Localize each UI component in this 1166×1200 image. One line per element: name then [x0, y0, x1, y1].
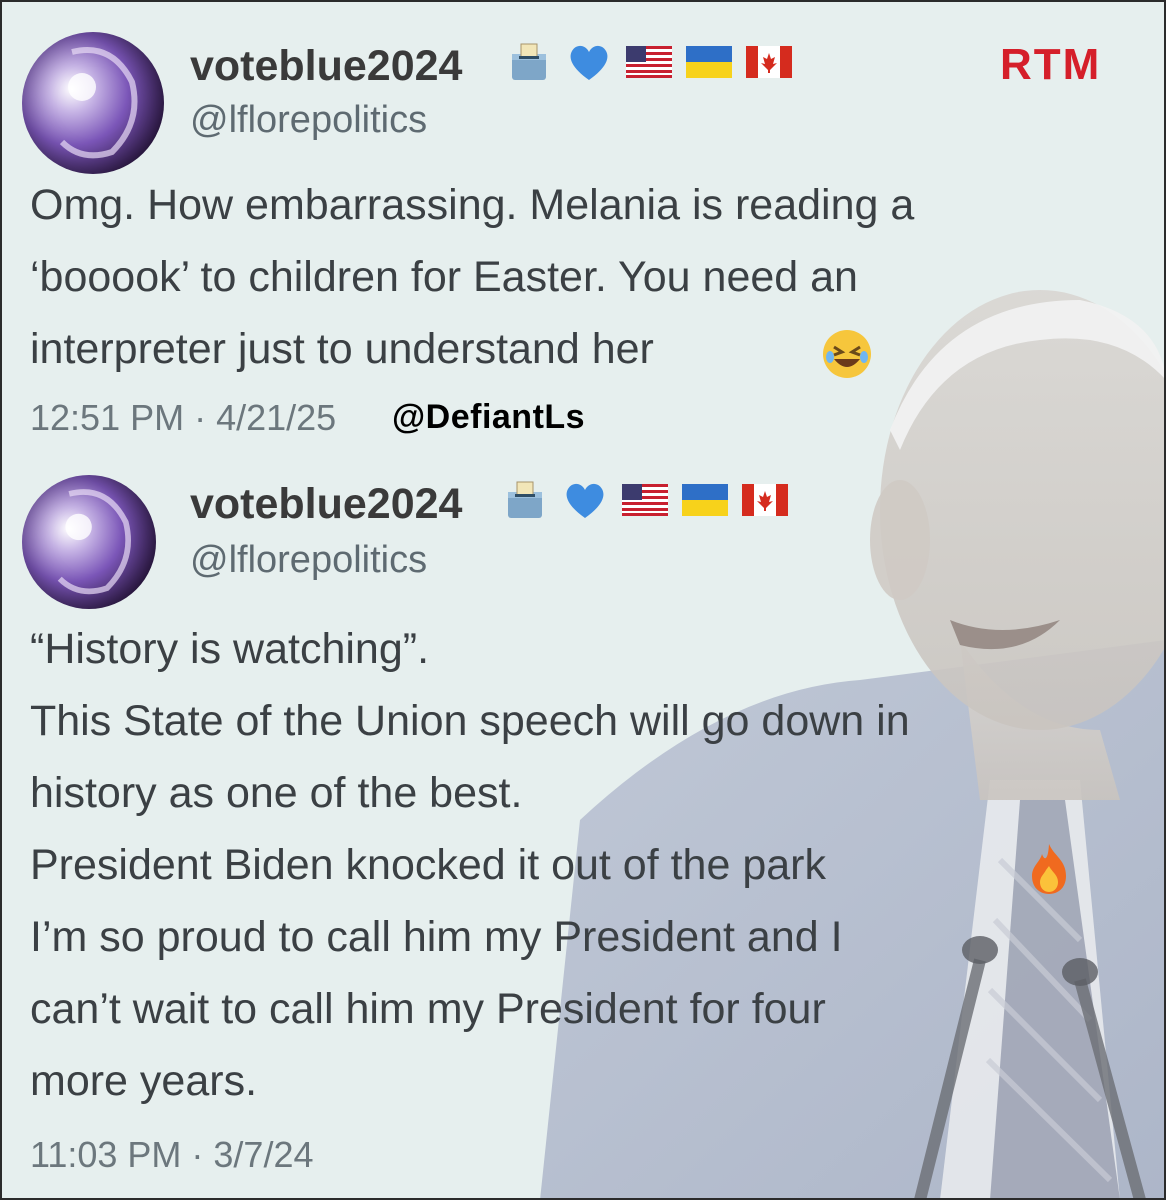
ukraine-flag-icon [686, 45, 732, 83]
rolling-laughing-emoji-icon [820, 327, 874, 386]
us-flag-icon [626, 45, 672, 83]
tweet-timestamp[interactable]: 12:51 PM · 4/21/25 [30, 397, 336, 439]
avatar[interactable] [22, 32, 164, 174]
display-name[interactable]: voteblue2024 [190, 480, 462, 529]
us-flag-icon [622, 483, 668, 521]
tweet-text-line: Omg. How embarrassing. Melania is readin… [30, 181, 915, 229]
tweet-text-line: more years. [30, 1057, 258, 1105]
tweet-text-line: can’t wait to call him my President for … [30, 985, 826, 1033]
watermark: @DefiantLs [392, 398, 586, 436]
avatar[interactable] [22, 475, 156, 609]
tweet-text-line: I’m so proud to call him my President an… [30, 913, 843, 961]
ukraine-flag-icon [682, 483, 728, 521]
fire-emoji-icon [1024, 842, 1074, 901]
ballot-box-icon [506, 40, 552, 89]
tweet-text-line: President Biden knocked it out of the pa… [30, 841, 826, 889]
handle[interactable]: @lflorepolitics [190, 99, 427, 142]
tweet-text-line: history as one of the best. [30, 769, 523, 817]
ballot-box-icon [502, 478, 548, 527]
tweet-timestamp[interactable]: 11:03 PM · 3/7/24 [30, 1134, 314, 1176]
handle[interactable]: @lflorepolitics [190, 539, 427, 582]
tweet-text-line: interpreter just to understand her [30, 325, 654, 373]
rtm-logo: RTM [1000, 40, 1102, 89]
canada-flag-icon [742, 483, 788, 521]
tweet-text-line: “History is watching”. [30, 625, 430, 673]
blue-heart-icon [562, 478, 608, 527]
name-emojis [502, 480, 788, 524]
tweet-text-line: ‘booook’ to children for Easter. You nee… [30, 253, 858, 301]
display-name[interactable]: voteblue2024 [190, 42, 462, 91]
blue-heart-icon [566, 40, 612, 89]
tweet-text-line: This State of the Union speech will go d… [30, 697, 910, 745]
canada-flag-icon [746, 45, 792, 83]
name-emojis [506, 42, 792, 86]
